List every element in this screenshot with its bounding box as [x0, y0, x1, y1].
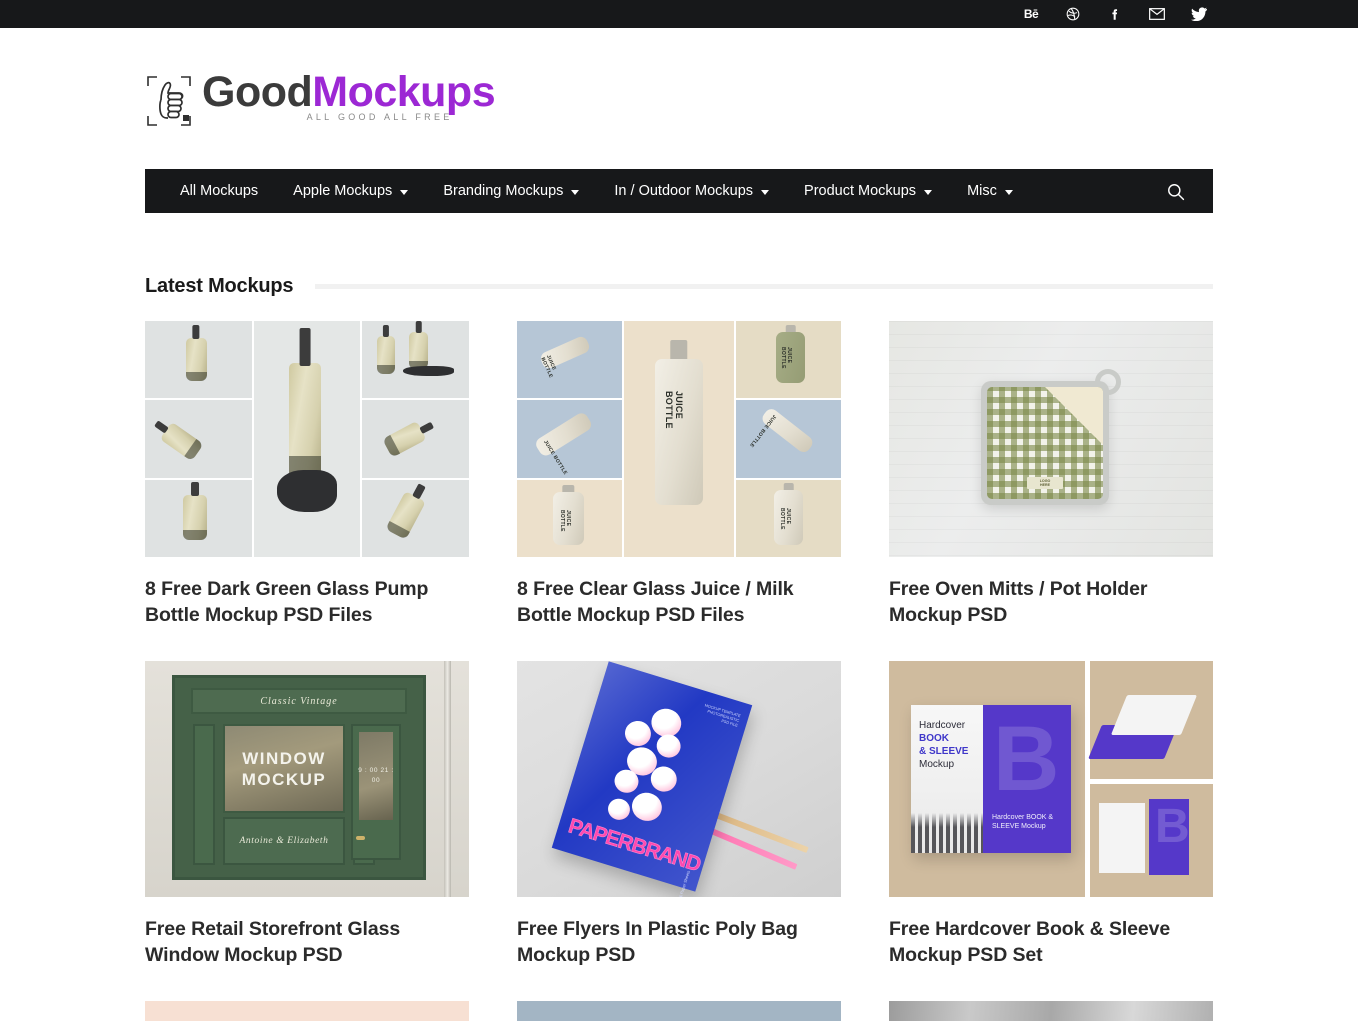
cover-line-2: BOOK	[919, 733, 949, 744]
nav-item-branding-mockups[interactable]: Branding Mockups	[443, 169, 600, 213]
navigation-wrapper: All Mockups Apple Mockups Branding Mocku…	[0, 169, 1358, 213]
card-title[interactable]: 8 Free Dark Green Glass Pump Bottle Mock…	[145, 557, 469, 661]
chevron-down-icon	[571, 189, 580, 195]
book-pair-bottom-right: B	[1093, 791, 1193, 881]
card-title[interactable]: Free Hardcover Book & Sleeve Mockup PSD …	[889, 897, 1213, 1001]
nav-label: Product Mockups	[804, 183, 917, 199]
cover-line-3: & SLEEVE	[919, 746, 969, 757]
chevron-down-icon	[1004, 189, 1013, 195]
nav-item-all-mockups[interactable]: All Mockups	[180, 169, 279, 213]
section-title: Latest Mockups	[145, 275, 294, 297]
card-thumbnail-poly-bag[interactable]: MOCKUP TEMPLATEPHOTOREALISTICPSD FILE Pl…	[517, 661, 841, 897]
card-thumbnail-book-sleeve[interactable]: Hardcover BOOK & SLEEVE Mockup B Hardcov…	[889, 661, 1213, 897]
social-links: Bē	[1020, 4, 1210, 24]
nav-item-misc[interactable]: Misc	[967, 169, 1034, 213]
nav-label: All Mockups	[180, 183, 259, 199]
dribbble-icon[interactable]	[1062, 4, 1084, 24]
book-cover-text: Hardcover BOOK & SLEEVE Mockup	[919, 719, 975, 771]
logo-wordmark: GoodMockups	[202, 68, 496, 116]
storefront-name-panel: Antoine & Elizabeth	[223, 817, 345, 865]
collage-hero-cell	[253, 321, 361, 557]
card-title[interactable]: Free Retail Storefront Glass Window Mock…	[145, 897, 469, 1001]
card-thumbnail-storefront[interactable]: Classic Vintage WINDOW MOCKUP 9 : 00 21 …	[145, 661, 469, 897]
behance-icon[interactable]: Bē	[1020, 4, 1042, 24]
pot-holder-fold	[1045, 387, 1103, 445]
cover-line-4: Mockup	[919, 759, 955, 770]
card-thumbnail-pot-holder[interactable]: LOGO HERE	[889, 321, 1213, 557]
site-header: GoodMockups ALL GOOD ALL FREE	[0, 28, 1358, 169]
search-icon[interactable]	[1153, 169, 1197, 213]
door-hours-text: 9 : 00 21 : 00	[358, 767, 394, 784]
sleeve-subtitle: Hardcover BOOK & SLEEVE Mockup	[992, 814, 1054, 830]
section-divider	[315, 284, 1213, 289]
logo-tagline: ALL GOOD ALL FREE	[306, 112, 453, 122]
top-social-bar: Bē	[0, 0, 1358, 28]
card-title[interactable]: 8 Free Clear Glass Juice / Milk Bottle M…	[517, 557, 841, 661]
storefront-door: 9 : 00 21 : 00	[351, 724, 401, 860]
storefront-sign: Classic Vintage	[191, 688, 407, 714]
nav-label: Branding Mockups	[443, 183, 564, 199]
facebook-icon[interactable]	[1104, 4, 1126, 24]
nav-item-in-outdoor-mockups[interactable]: In / Outdoor Mockups	[614, 169, 790, 213]
cover-line-1: Hardcover	[919, 720, 966, 731]
mockup-card[interactable]: Classic Vintage WINDOW MOCKUP 9 : 00 21 …	[145, 661, 469, 1001]
nav-item-product-mockups[interactable]: Product Mockups	[804, 169, 953, 213]
card-thumbnail-pump-bottle-collage[interactable]	[145, 321, 469, 557]
nav-label: In / Outdoor Mockups	[614, 183, 754, 199]
nav-label: Apple Mockups	[293, 183, 393, 199]
poly-bag-graphic: MOCKUP TEMPLATEPHOTOREALISTICPSD FILE Pl…	[551, 661, 753, 897]
mockup-card-peek[interactable]	[889, 1001, 1213, 1021]
sleeve-letter-b: B	[993, 708, 1060, 810]
book-stack-top-right	[1088, 685, 1198, 771]
mockup-card[interactable]: 8 Free Dark Green Glass Pump Bottle Mock…	[145, 321, 469, 661]
behance-glyph: Bē	[1023, 7, 1039, 21]
storefront-pillar-left	[193, 724, 215, 865]
email-icon[interactable]	[1146, 4, 1168, 24]
thumbs-up-logo-icon	[145, 74, 193, 128]
card-thumbnail-juice-bottle-collage[interactable]: JUICE BOTTLE JUICE BOTTLE JUICE BOTTLE J…	[517, 321, 841, 557]
gray-texture-thumb[interactable]	[889, 1001, 1213, 1021]
logo-mockups-text: Mockups	[312, 68, 496, 116]
card-title[interactable]: Free Flyers In Plastic Poly Bag Mockup P…	[517, 897, 841, 1001]
storefront-facade: Classic Vintage WINDOW MOCKUP 9 : 00 21 …	[172, 675, 426, 880]
card-title[interactable]: Free Oven Mitts / Pot Holder Mockup PSD	[889, 557, 1213, 661]
mockup-card-peek[interactable]	[145, 1001, 469, 1021]
peach-thumb[interactable]	[145, 1001, 469, 1021]
mockups-grid: 8 Free Dark Green Glass Pump Bottle Mock…	[145, 298, 1213, 1021]
window-mockup-text: WINDOW MOCKUP	[241, 748, 327, 789]
mockup-card[interactable]: JUICE BOTTLE JUICE BOTTLE JUICE BOTTLE J…	[517, 321, 841, 661]
twitter-icon[interactable]	[1188, 4, 1210, 24]
mockup-card[interactable]: LOGO HERE Free Oven Mitts / Pot Holder Mo…	[889, 321, 1213, 661]
blue-gray-thumb[interactable]	[517, 1001, 841, 1021]
gingham-pattern: LOGO HERE	[987, 387, 1103, 499]
main-navigation: All Mockups Apple Mockups Branding Mocku…	[145, 169, 1213, 213]
drain-pipe	[444, 661, 451, 897]
sleeve-purple: B Hardcover BOOK & SLEEVE Mockup	[983, 705, 1071, 853]
site-logo[interactable]: GoodMockups ALL GOOD ALL FREE	[145, 68, 496, 128]
chevron-down-icon	[400, 189, 409, 195]
pot-holder-graphic: LOGO HERE	[981, 369, 1121, 505]
nav-label: Misc	[967, 183, 997, 199]
chevron-down-icon	[924, 189, 933, 195]
mockup-card-peek[interactable]	[517, 1001, 841, 1021]
chevron-down-icon	[761, 189, 770, 195]
city-skyline-art	[911, 813, 983, 853]
mockup-card[interactable]: Hardcover BOOK & SLEEVE Mockup B Hardcov…	[889, 661, 1213, 1001]
book-sleeve-front: Hardcover BOOK & SLEEVE Mockup B Hardcov…	[911, 705, 1071, 853]
logo-text: GoodMockups ALL GOOD ALL FREE	[202, 68, 496, 122]
mockup-card[interactable]: MOCKUP TEMPLATEPHOTOREALISTICPSD FILE Pl…	[517, 661, 841, 1001]
storefront-window: WINDOW MOCKUP	[223, 724, 345, 813]
pot-holder-label: LOGO HERE	[1027, 477, 1063, 489]
panel-divider-horizontal	[1085, 779, 1213, 784]
section-header: Latest Mockups	[145, 213, 1213, 298]
logo-good-text: Good	[202, 68, 313, 116]
door-handle	[356, 836, 365, 840]
nav-item-apple-mockups[interactable]: Apple Mockups	[293, 169, 429, 213]
book-cover-white: Hardcover BOOK & SLEEVE Mockup	[911, 705, 983, 853]
